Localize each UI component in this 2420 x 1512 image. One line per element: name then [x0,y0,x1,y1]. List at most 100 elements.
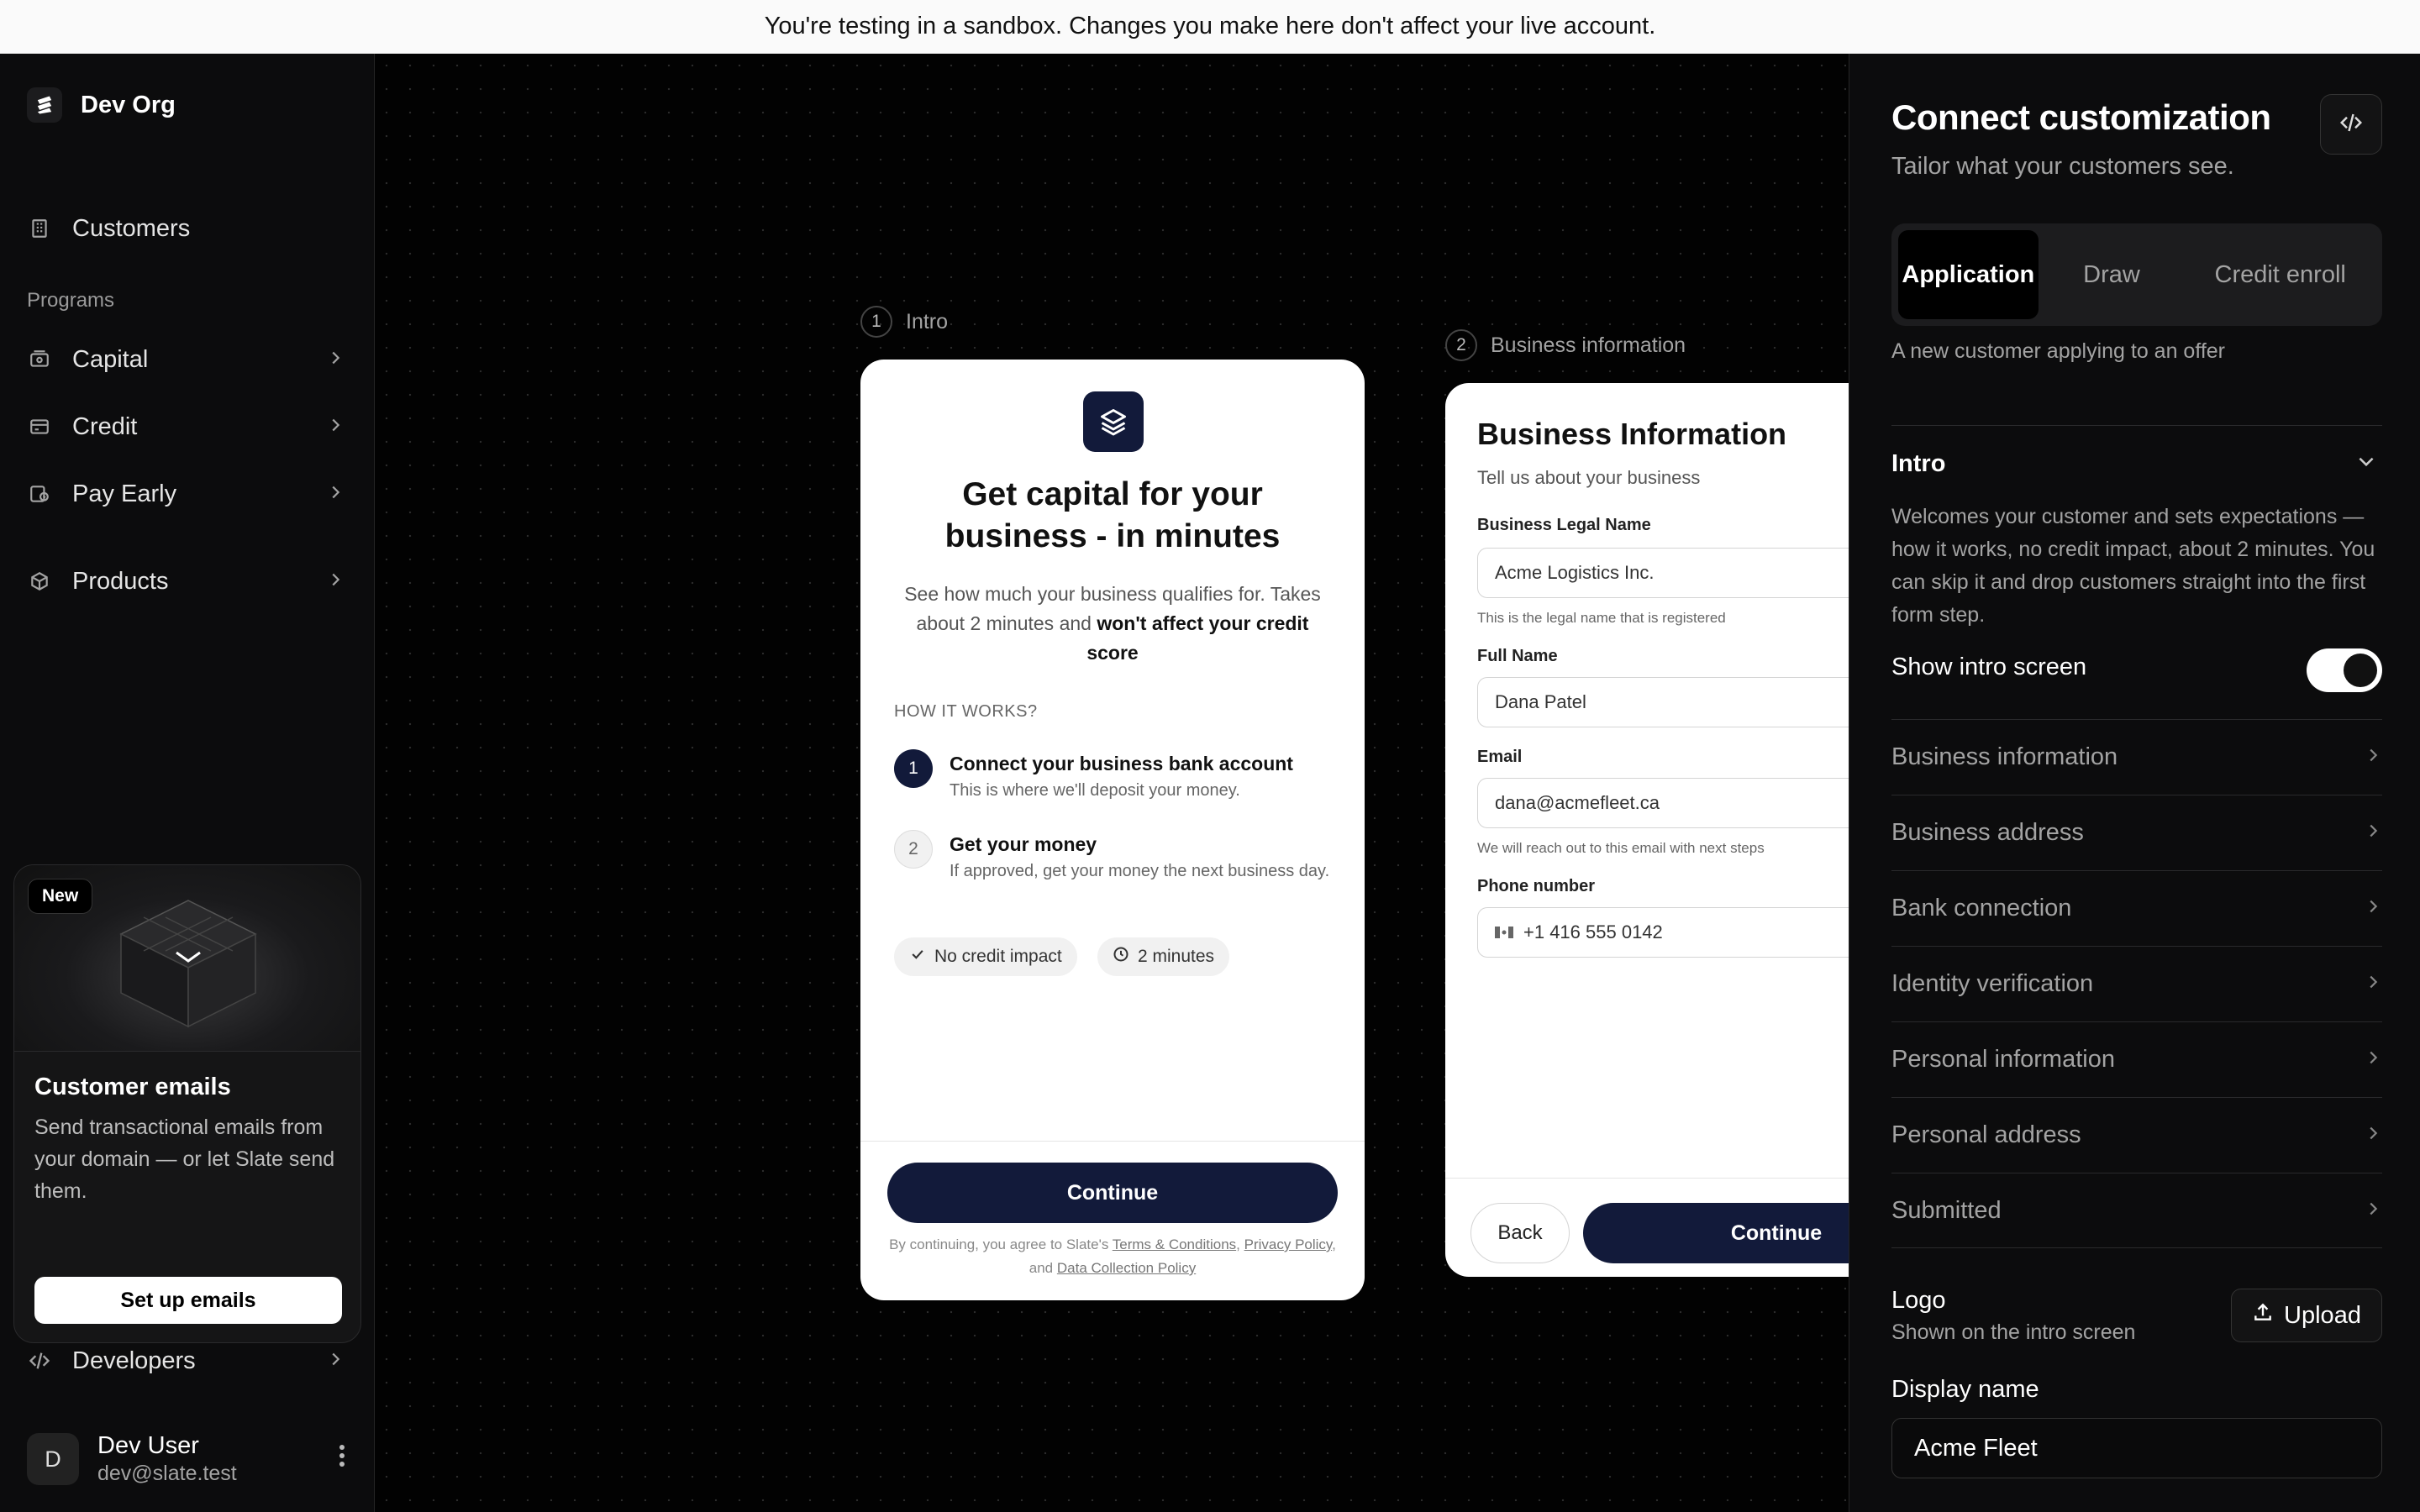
org-switcher[interactable]: Dev Org [27,87,176,123]
chevron-right-icon [326,568,345,596]
intro-description: Welcomes your customer and sets expectat… [1891,505,2375,627]
chevron-right-icon [2364,895,2382,922]
card-divider [860,1141,1365,1142]
sidebar-item-label: Capital [72,345,149,373]
org-name: Dev Org [81,91,176,118]
continue-button[interactable]: Continue [1583,1203,1849,1263]
privacy-link[interactable]: Privacy Policy [1244,1236,1333,1252]
continue-button[interactable]: Continue [887,1163,1338,1223]
set-up-emails-button[interactable]: Set up emails [34,1277,342,1324]
accordion-label: Submitted [1891,1196,2002,1224]
sidebar-item-pay-early[interactable]: Pay Early [27,470,345,517]
chevron-right-icon [2364,970,2382,998]
sidebar-item-credit[interactable]: Credit [27,403,345,450]
how-step: 1 Connect your business bank account Thi… [894,749,1331,802]
promo-text: Send transactional emails from your doma… [34,1116,335,1203]
business-legal-name-field[interactable]: Acme Logistics Inc. [1477,548,1849,598]
logo-label: Logo [1891,1287,1946,1314]
sidebar-item-developers[interactable]: Developers [27,1337,345,1384]
tab-draw[interactable]: Draw [2042,230,2182,319]
display-name-label: Display name [1891,1376,2039,1403]
display-name-input[interactable]: Acme Fleet [1891,1418,2382,1478]
accordion-business-information[interactable]: Business information [1891,719,2382,795]
more-vertical-icon[interactable] [338,1443,346,1475]
duration-chip: 2 minutes [1097,937,1230,976]
layers-icon [1083,391,1144,452]
sidebar-item-capital[interactable]: Capital [27,336,345,383]
full-name-field[interactable]: Dana Patel [1477,677,1849,727]
sandbox-banner-text: You're testing in a sandbox. Changes you… [764,13,1656,39]
chevron-right-icon [326,1347,345,1375]
intro-subtitle-bold: won't affect your credit score [1086,612,1309,664]
view-code-button[interactable] [2320,94,2382,155]
step-name: Intro [906,309,949,333]
customer-emails-promo: New Customer emails Send transactional e… [13,864,361,1343]
sidebar: Dev Org Customers Programs Capital Credi… [0,54,375,1512]
field-value: dana@acmefleet.ca [1495,792,1660,813]
legal-sep: , [1236,1236,1244,1252]
building-icon [27,216,52,241]
sidebar-item-customers[interactable]: Customers [27,205,345,252]
sidebar-item-label: Developers [72,1347,196,1374]
accordion-label: Business information [1891,743,2118,770]
user-menu[interactable]: D Dev User dev@slate.test [27,1428,346,1490]
chevron-right-icon [326,346,345,374]
chevron-right-icon [2364,1046,2382,1074]
accordion-intro-title[interactable]: Intro [1891,450,1945,478]
accordion-personal-information[interactable]: Personal information [1891,1021,2382,1097]
show-intro-toggle[interactable] [2307,648,2382,692]
step-number: 2 [1445,329,1477,361]
accordion-submitted[interactable]: Submitted [1891,1173,2382,1248]
accordion-label: Bank connection [1891,895,2072,921]
chip-label: No credit impact [934,947,1062,966]
clock-icon [1113,946,1129,968]
pay-early-icon [27,481,52,507]
field-hint: We will reach out to this email with nex… [1477,840,1765,856]
accordion-label: Business address [1891,819,2084,846]
legal-prefix: By continuing, you agree to Slate's [889,1236,1113,1252]
card-divider [1445,1178,1849,1179]
customization-panel: Connect customization Tailor what your c… [1849,54,2420,1512]
how-step-title: Connect your business bank account [950,753,1293,774]
field-label: Email [1477,748,1523,766]
how-it-works-label: HOW IT WORKS? [894,702,1038,721]
cube-illustration [119,900,257,1028]
accordion-business-address[interactable]: Business address [1891,795,2382,870]
tab-credit-enroll[interactable]: Credit enroll [2185,230,2375,319]
chevron-right-icon [326,413,345,441]
step-number: 1 [860,306,892,338]
upload-logo-button[interactable]: Upload [2231,1289,2382,1342]
business-info-preview-card[interactable]: Business Information Tell us about your … [1445,383,1849,1277]
chevron-down-icon[interactable] [2355,450,2377,476]
tab-application[interactable]: Application [1898,230,2039,319]
chevron-right-icon [2364,819,2382,847]
terms-link[interactable]: Terms & Conditions [1113,1236,1236,1252]
biz-subtitle: Tell us about your business [1477,467,1701,488]
legal-text: By continuing, you agree to Slate's Term… [886,1233,1339,1280]
upload-icon [2252,1301,2274,1330]
accordion-label: Personal address [1891,1121,2081,1148]
accordion-label: Personal information [1891,1046,2115,1073]
code-icon [2338,110,2364,139]
credit-card-icon [27,414,52,439]
data-policy-link[interactable]: Data Collection Policy [1057,1260,1196,1276]
logo-subtitle: Shown on the intro screen [1891,1320,2136,1344]
check-icon [909,946,926,968]
capital-icon [27,347,52,372]
back-button[interactable]: Back [1470,1203,1570,1263]
accordion-bank-connection[interactable]: Bank connection [1891,870,2382,946]
phone-field[interactable]: +1 416 555 0142 [1477,907,1849,958]
user-email: dev@slate.test [97,1462,237,1485]
chevron-right-icon [326,480,345,508]
step-number: 2 [894,830,933,869]
field-value: Acme Logistics Inc. [1495,562,1655,583]
step-label-business-info: 2 Business information [1445,329,1686,361]
accordion-identity-verification[interactable]: Identity verification [1891,946,2382,1021]
email-field[interactable]: dana@acmefleet.ca [1477,778,1849,828]
accordion-personal-address[interactable]: Personal address [1891,1097,2382,1173]
accordion-label: Identity verification [1891,970,2094,997]
biz-title: Business Information [1477,417,1787,451]
canada-flag-icon [1495,921,1513,943]
intro-preview-card[interactable]: Get capital for your business - in minut… [860,360,1365,1300]
sidebar-item-products[interactable]: Products [27,558,345,605]
